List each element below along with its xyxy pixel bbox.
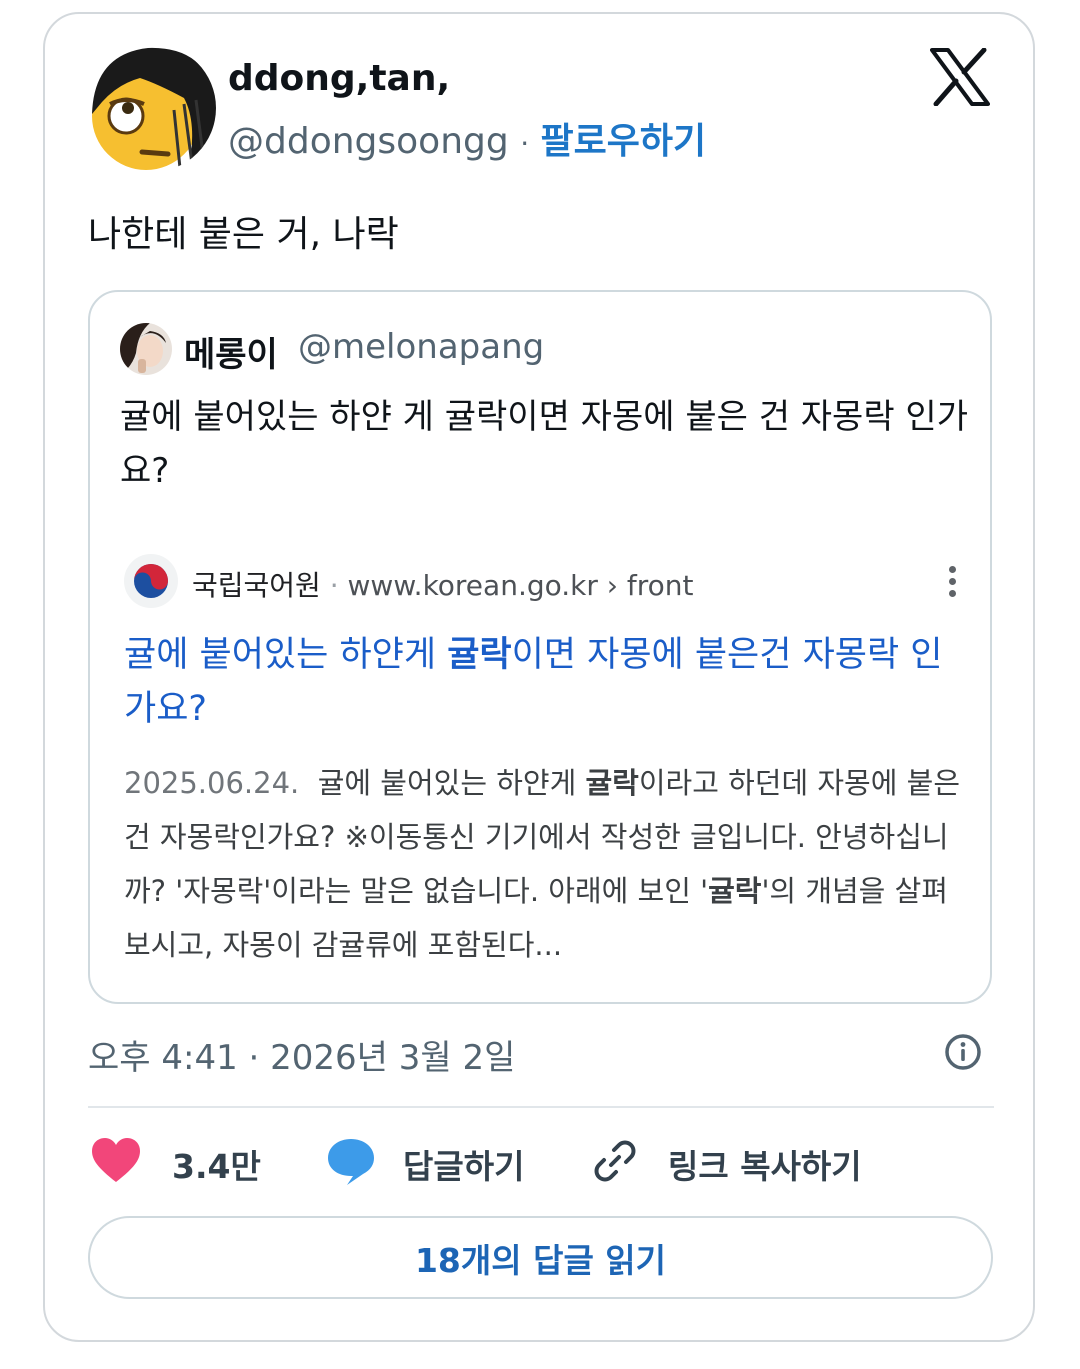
- link-icon: [594, 1140, 636, 1182]
- site-url: www.korean.go.kr › front: [347, 569, 694, 602]
- snippet-highlight: 귤락: [585, 766, 639, 800]
- tweet-timestamp[interactable]: 오후 4:41 · 2026년 3월 2일: [88, 1030, 515, 1079]
- search-result-title: 귤에 붙어있는 하얀게 귤락이면 자몽에 붙은건 자몽락 인가요?: [124, 628, 964, 736]
- read-replies-button[interactable]: 18개의 답글 읽기: [88, 1216, 993, 1299]
- copy-link-label: 링크 복사하기: [668, 1147, 862, 1186]
- site-separator: ·: [329, 569, 339, 602]
- heart-icon: [92, 1138, 140, 1182]
- author-handle-row: @ddongsoongg · 팔로우하기: [228, 112, 706, 164]
- title-highlight: 귤락: [447, 635, 512, 675]
- search-result-snippet: 2025.06.24. 귤에 붙어있는 하얀게 귤락이라고 하던데 자몽에 붙은…: [124, 756, 974, 972]
- snippet-highlight: 귤락: [708, 874, 762, 908]
- reply-button[interactable]: 답글하기: [325, 1136, 535, 1186]
- quoted-display-name[interactable]: 메롱이: [184, 327, 278, 376]
- x-logo-icon[interactable]: [930, 48, 990, 106]
- snippet-text: 귤에 붙어있는 하얀게: [299, 766, 586, 800]
- info-icon[interactable]: [943, 1032, 983, 1072]
- copy-link-button[interactable]: 링크 복사하기: [592, 1136, 882, 1186]
- site-favicon-icon: [124, 554, 178, 608]
- speech-bubble-icon: [328, 1139, 374, 1185]
- read-replies-label: 18개의 답글 읽기: [414, 1240, 667, 1280]
- quoted-avatar[interactable]: [120, 323, 172, 375]
- quoted-handle[interactable]: @melonapang: [298, 327, 544, 367]
- author-handle[interactable]: @ddongsoongg: [228, 121, 509, 162]
- site-name: 국립국어원: [192, 569, 321, 602]
- author-display-name[interactable]: ddong,tan,: [228, 58, 450, 99]
- title-text: 귤에 붙어있는 하얀게: [124, 635, 448, 675]
- like-count: 3.4만: [172, 1147, 261, 1186]
- like-button[interactable]: 3.4만: [90, 1136, 270, 1186]
- follow-button[interactable]: 팔로우하기: [541, 121, 707, 162]
- more-options-icon: [944, 566, 960, 602]
- reply-label: 답글하기: [403, 1147, 525, 1186]
- handle-separator: ·: [520, 127, 530, 160]
- divider: [88, 1106, 994, 1108]
- result-date: 2025.06.24.: [124, 766, 300, 800]
- author-avatar[interactable]: [88, 44, 216, 172]
- search-result-site: 국립국어원 · www.korean.go.kr › front: [192, 564, 693, 604]
- quoted-text: 귤에 붙어있는 하얀 게 귤락이면 자몽에 붙은 건 자몽락 인가요?: [120, 397, 968, 491]
- tweet-text: 나한테 붙은 거, 나락: [88, 214, 399, 255]
